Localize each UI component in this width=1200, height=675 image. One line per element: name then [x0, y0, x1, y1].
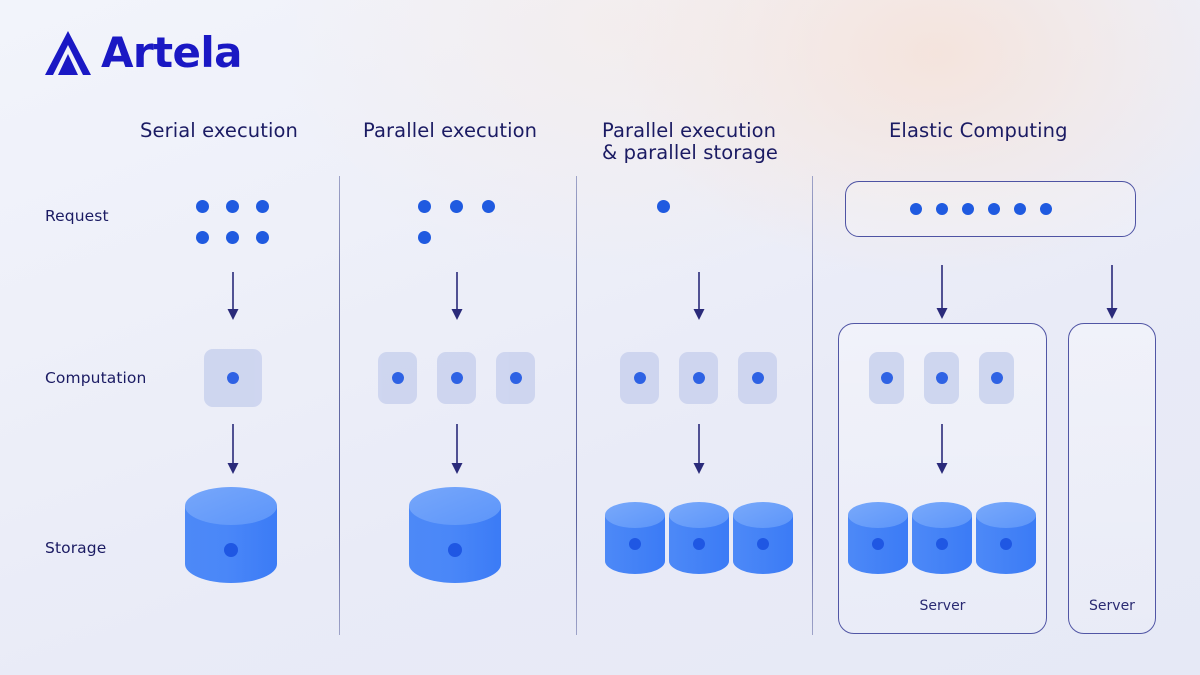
computation-cell [924, 352, 959, 404]
request-dot [196, 231, 209, 244]
storage-cylinder-large [409, 487, 501, 583]
storage-cylinder-large [185, 487, 277, 583]
column-divider-3 [812, 176, 813, 635]
computation-dot [391, 372, 404, 384]
row-label-storage: Storage [45, 539, 107, 557]
computation-dot [935, 372, 948, 384]
computation-cell [869, 352, 904, 404]
column-title-serial: Serial execution [140, 119, 298, 142]
computation-cell [620, 352, 659, 404]
computation-dot [633, 372, 646, 384]
request-dot [418, 200, 431, 213]
row-label-request: Request [45, 207, 109, 225]
request-dot [256, 200, 269, 213]
arrow-computation-to-storage [451, 424, 463, 474]
computation-dot [450, 372, 463, 384]
arrow-computation-to-storage [936, 424, 948, 474]
brand-logo: Artela [44, 28, 243, 77]
storage-cylinder-small [848, 502, 908, 574]
server-panel-2[interactable] [1068, 323, 1156, 634]
request-dot [482, 200, 495, 213]
computation-dot [751, 372, 764, 384]
computation-cell [979, 352, 1014, 404]
request-dot [226, 200, 239, 213]
storage-cylinder-small [912, 502, 972, 574]
arrow-request-to-computation [693, 272, 705, 320]
request-dot [450, 200, 463, 213]
server-label-2: Server [1089, 598, 1135, 614]
column-divider-1 [339, 176, 340, 635]
computation-dot [990, 372, 1003, 384]
column-divider-2 [576, 176, 577, 635]
computation-dot [227, 372, 239, 384]
arrow-request-to-server-1 [936, 265, 948, 319]
computation-cell [679, 352, 718, 404]
arrow-computation-to-storage [227, 424, 239, 474]
request-dot [418, 231, 431, 244]
computation-cell [204, 349, 262, 407]
request-dot [256, 231, 269, 244]
request-dot [910, 203, 922, 215]
arrow-request-to-server-2 [1106, 265, 1118, 319]
column-title-parallel-exec-storage: Parallel execution & parallel storage [602, 119, 779, 164]
storage-cylinder-small [669, 502, 729, 574]
request-dot [1014, 203, 1026, 215]
storage-cylinder-small [976, 502, 1036, 574]
request-dot [226, 231, 239, 244]
computation-cell [378, 352, 417, 404]
row-label-computation: Computation [45, 369, 147, 387]
computation-dot [880, 372, 893, 384]
arrow-request-to-computation [227, 272, 239, 320]
column-title-elastic-computing: Elastic Computing [889, 119, 1068, 142]
brand-name: Artela [101, 28, 243, 77]
storage-cylinder-small [733, 502, 793, 574]
computation-cell [738, 352, 777, 404]
request-dot [962, 203, 974, 215]
storage-cylinder-small [605, 502, 665, 574]
column-title-parallel-exec: Parallel execution [363, 119, 538, 142]
request-dot [1040, 203, 1052, 215]
request-dot [936, 203, 948, 215]
request-dot [657, 200, 670, 213]
server-label-1: Server [919, 598, 966, 614]
computation-dot [692, 372, 705, 384]
artela-triangle-logo-icon [45, 31, 91, 75]
request-dot [988, 203, 1000, 215]
computation-dot [509, 372, 522, 384]
arrow-computation-to-storage [693, 424, 705, 474]
computation-cell [496, 352, 535, 404]
computation-cell [437, 352, 476, 404]
request-dot [196, 200, 209, 213]
arrow-request-to-computation [451, 272, 463, 320]
diagram-canvas: Artela Serial execution Parallel executi… [0, 0, 1200, 675]
